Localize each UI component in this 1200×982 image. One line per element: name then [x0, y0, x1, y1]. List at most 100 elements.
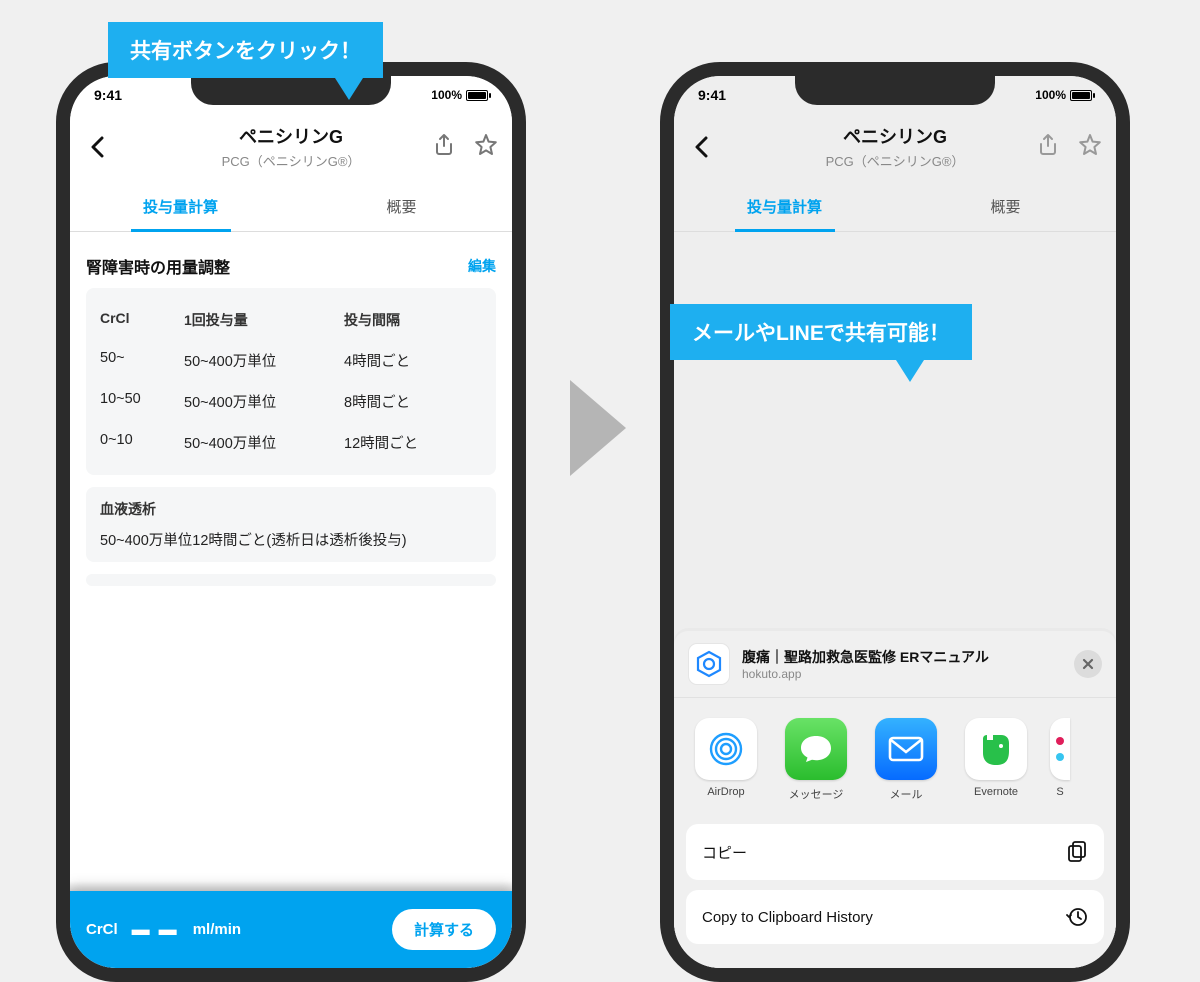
- back-button[interactable]: [686, 132, 716, 162]
- page-title: ペニシリンG: [222, 123, 361, 149]
- battery-icon: [466, 90, 488, 101]
- cell-interval: 4時間ごと: [344, 350, 482, 371]
- tab-label: 投与量計算: [747, 199, 822, 216]
- app-label: S: [1056, 786, 1063, 798]
- share-icon: [433, 133, 455, 157]
- tab-label: 概要: [386, 199, 416, 216]
- callout-text: メールやLINEで共有可能！: [692, 322, 950, 345]
- tab-dose-calc[interactable]: 投与量計算: [70, 182, 291, 231]
- section-title: 腎障害時の用量調整: [86, 254, 230, 278]
- source-app-icon: [688, 643, 730, 685]
- tabs: 投与量計算 概要: [70, 182, 512, 232]
- app-label: AirDrop: [707, 786, 744, 798]
- back-button[interactable]: [82, 132, 112, 162]
- share-app-messages[interactable]: メッセージ: [780, 718, 852, 802]
- table-row: 0~10 50~400万単位 12時間ごと: [100, 422, 482, 463]
- dialysis-body: 50~400万単位12時間ごと(透析日は透析後投与): [100, 529, 482, 550]
- col-interval: 投与間隔: [344, 310, 482, 330]
- dialysis-card: 血液透析 50~400万単位12時間ごと(透析日は透析後投与): [86, 487, 496, 562]
- action-label: Copy to Clipboard History: [702, 909, 873, 926]
- share-sheet: 腹痛｜聖路加救急医監修 ERマニュアル hokuto.app: [674, 631, 1116, 968]
- share-apps-row: AirDrop メッセージ: [674, 704, 1116, 816]
- action-copy-clipboard-history[interactable]: Copy to Clipboard History: [686, 890, 1104, 944]
- hokuto-app-icon: [694, 649, 724, 679]
- section-renal-adjust: 腎障害時の用量調整 編集 CrCl 1回投与量 投与間隔 50~ 50~400万…: [70, 232, 512, 606]
- mail-icon: [886, 734, 926, 764]
- favorite-button[interactable]: [472, 122, 500, 168]
- page-title: ペニシリンG: [826, 123, 965, 149]
- messages-icon: [798, 732, 834, 766]
- app-label: メッセージ: [789, 786, 844, 802]
- calculate-button-label: 計算する: [414, 922, 474, 939]
- edit-button[interactable]: 編集: [468, 256, 496, 276]
- status-time: 9:41: [698, 87, 726, 103]
- cell-dose: 50~400万単位: [184, 432, 344, 453]
- status-time: 9:41: [94, 87, 122, 103]
- calc-unit: ml/min: [193, 921, 241, 938]
- calc-value: ▬ ▬: [132, 919, 179, 940]
- phone-right: 9:41 100% ペニシリンG PCG（ペニシリンG®）: [660, 62, 1130, 982]
- tab-dose-calc[interactable]: 投与量計算: [674, 182, 895, 231]
- share-button[interactable]: [1034, 122, 1062, 168]
- share-title: 腹痛｜聖路加救急医監修 ERマニュアル: [742, 647, 1062, 667]
- phone-notch-icon: [795, 75, 995, 105]
- calc-bar: CrCl ▬ ▬ ml/min 計算する: [70, 891, 512, 968]
- share-domain: hokuto.app: [742, 667, 1062, 681]
- airdrop-icon: [705, 728, 747, 770]
- close-button[interactable]: [1074, 650, 1102, 678]
- dialysis-title: 血液透析: [100, 499, 482, 519]
- chevron-left-icon: [90, 136, 104, 158]
- star-icon: [1078, 133, 1102, 157]
- calculate-button[interactable]: 計算する: [392, 909, 496, 950]
- evernote-icon: [977, 729, 1015, 769]
- action-copy[interactable]: コピー: [686, 824, 1104, 880]
- share-app-airdrop[interactable]: AirDrop: [690, 718, 762, 802]
- callout-share-via: メールやLINEで共有可能！: [670, 304, 972, 360]
- history-icon: [1066, 906, 1088, 928]
- status-battery-text: 100%: [1035, 88, 1066, 102]
- app-label: Evernote: [974, 786, 1018, 798]
- calc-label: CrCl: [86, 921, 118, 938]
- nav-header: ペニシリンG PCG（ペニシリンG®）: [674, 110, 1116, 182]
- cell-dose: 50~400万単位: [184, 350, 344, 371]
- arrow-right-icon: [570, 380, 626, 476]
- callout-text: 共有ボタンをクリック！: [130, 40, 361, 63]
- share-app-mail[interactable]: メール: [870, 718, 942, 802]
- page-subtitle: PCG（ペニシリンG®）: [222, 151, 361, 170]
- cell-crcl: 50~: [100, 350, 184, 371]
- callout-click-share: 共有ボタンをクリック！: [108, 22, 383, 78]
- nav-header: ペニシリンG PCG（ペニシリンG®）: [70, 110, 512, 182]
- cell-crcl: 0~10: [100, 432, 184, 453]
- tab-label: 投与量計算: [143, 199, 218, 216]
- favorite-button[interactable]: [1076, 122, 1104, 168]
- tabs: 投与量計算 概要: [674, 182, 1116, 232]
- action-label: コピー: [702, 842, 747, 863]
- status-battery-text: 100%: [431, 88, 462, 102]
- phone-left: 9:41 100% ペニシリンG PCG（ペニシリンG®）: [56, 62, 526, 982]
- slack-icon: [1053, 729, 1067, 769]
- copy-icon: [1066, 840, 1088, 864]
- dosing-table: CrCl 1回投与量 投与間隔 50~ 50~400万単位 4時間ごと 10~5…: [86, 288, 496, 475]
- tab-overview[interactable]: 概要: [291, 182, 512, 231]
- col-crcl: CrCl: [100, 310, 184, 330]
- cell-interval: 12時間ごと: [344, 432, 482, 453]
- callout-tail-icon: [335, 78, 363, 100]
- close-icon: [1082, 658, 1094, 670]
- col-dose: 1回投与量: [184, 310, 344, 330]
- chevron-left-icon: [694, 136, 708, 158]
- share-app-evernote[interactable]: Evernote: [960, 718, 1032, 802]
- page-subtitle: PCG（ペニシリンG®）: [826, 151, 965, 170]
- cell-interval: 8時間ごと: [344, 391, 482, 412]
- share-app-more[interactable]: S: [1050, 718, 1070, 802]
- table-row: 10~50 50~400万単位 8時間ごと: [100, 381, 482, 422]
- tab-overview[interactable]: 概要: [895, 182, 1116, 231]
- share-icon: [1037, 133, 1059, 157]
- battery-icon: [1070, 90, 1092, 101]
- card-peek: [86, 574, 496, 586]
- callout-tail-icon: [896, 360, 924, 382]
- share-button[interactable]: [430, 122, 458, 168]
- cell-crcl: 10~50: [100, 391, 184, 412]
- star-icon: [474, 133, 498, 157]
- tab-label: 概要: [990, 199, 1020, 216]
- app-label: メール: [890, 786, 923, 802]
